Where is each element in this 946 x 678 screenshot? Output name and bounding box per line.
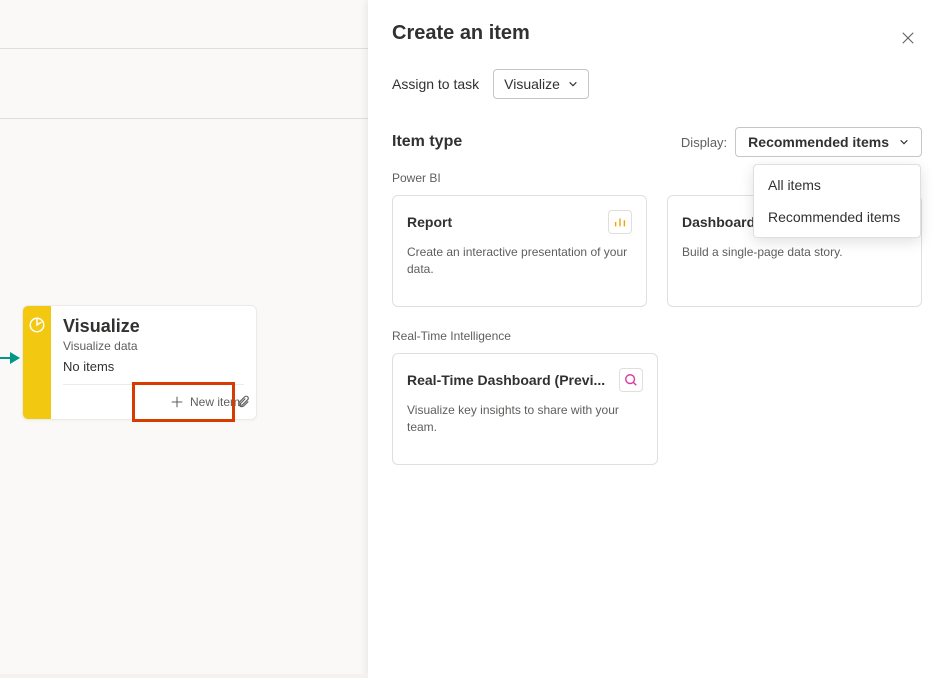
task-items-count: No items	[63, 359, 244, 374]
card-desc: Visualize key insights to share with you…	[407, 402, 643, 437]
section-row: Item type Display: Recommended items All…	[392, 127, 922, 157]
task-footer: New item	[63, 384, 244, 419]
report-icon	[608, 210, 632, 234]
task-title: Visualize	[63, 316, 244, 337]
display-label: Display:	[681, 135, 727, 150]
canvas-divider	[0, 118, 368, 119]
display-option-recommended[interactable]: Recommended items	[754, 201, 920, 233]
task-subtitle: Visualize data	[63, 339, 244, 353]
display-option-all[interactable]: All items	[754, 169, 920, 201]
create-item-panel: Create an item Assign to task Visualize …	[368, 0, 946, 678]
cards-row-rti: Real-Time Dashboard (Previ... Visualize …	[392, 353, 922, 465]
chevron-down-icon	[899, 137, 909, 147]
panel-title: Create an item	[392, 22, 922, 45]
chevron-down-icon	[568, 79, 578, 89]
connector-arrow	[0, 357, 18, 359]
card-title: Report	[407, 214, 452, 230]
new-item-button[interactable]: New item	[166, 393, 244, 411]
display-value: Recommended items	[748, 134, 889, 150]
task-card-visualize[interactable]: Visualize Visualize data No items New it…	[22, 305, 257, 420]
assign-row: Assign to task Visualize	[392, 69, 922, 99]
attachment-icon[interactable]	[236, 395, 250, 409]
card-title: Real-Time Dashboard (Previ...	[407, 372, 605, 388]
card-title: Dashboard	[682, 214, 755, 230]
display-wrap: Display: Recommended items All items Rec…	[681, 127, 922, 157]
top-divider	[0, 48, 368, 49]
display-dropdown: All items Recommended items	[753, 164, 921, 238]
group-label-rti: Real-Time Intelligence	[392, 329, 922, 343]
task-stripe	[23, 306, 51, 419]
close-icon	[901, 31, 915, 45]
assign-task-select[interactable]: Visualize	[493, 69, 589, 99]
card-desc: Create an interactive presentation of yo…	[407, 244, 632, 279]
assign-label: Assign to task	[392, 76, 479, 92]
assign-value: Visualize	[504, 76, 560, 92]
plus-icon	[170, 395, 184, 409]
visualize-icon	[28, 316, 46, 334]
close-button[interactable]	[892, 22, 924, 54]
realtime-icon	[619, 368, 643, 392]
card-desc: Build a single-page data story.	[682, 244, 907, 261]
item-card-report[interactable]: Report Create an interactive presentatio…	[392, 195, 647, 307]
item-type-heading: Item type	[392, 133, 462, 151]
bottom-border	[0, 674, 368, 678]
item-card-realtime-dashboard[interactable]: Real-Time Dashboard (Previ... Visualize …	[392, 353, 658, 465]
display-select[interactable]: Recommended items All items Recommended …	[735, 127, 922, 157]
new-item-label: New item	[190, 395, 240, 409]
task-body: Visualize Visualize data No items New it…	[51, 306, 256, 419]
